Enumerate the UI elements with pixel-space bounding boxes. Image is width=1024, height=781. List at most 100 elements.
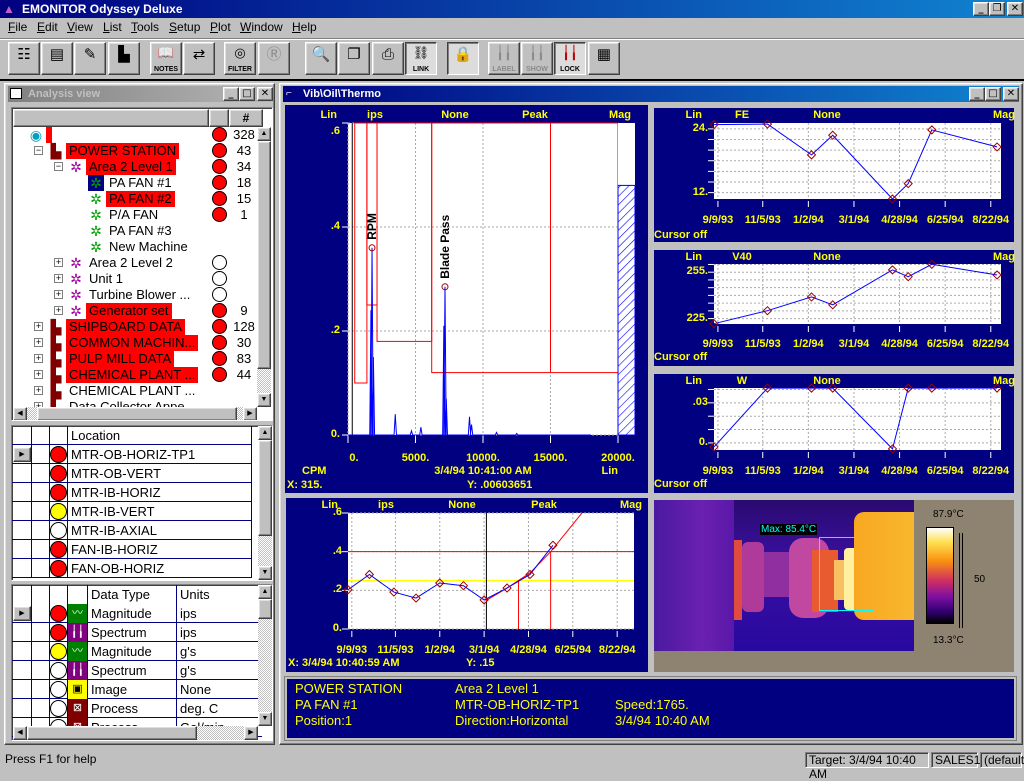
scroll-thumb[interactable] — [37, 407, 237, 420]
analysis-minimize-button[interactable]: _ — [223, 87, 239, 101]
tree-item[interactable]: ✲ New Machine — [12, 239, 257, 255]
expand-icon[interactable]: + — [54, 274, 63, 283]
tree-item[interactable]: + ✲ Area 2 Level 2 — [12, 255, 257, 271]
filter-button[interactable]: ◎ FILTER — [224, 42, 256, 75]
scroll-left-button[interactable]: ◀ — [13, 726, 27, 740]
datatype-row[interactable]: ⊠ Process deg. C — [12, 699, 262, 718]
list-edit-icon: ✎ — [83, 46, 97, 63]
status-red-icon — [50, 446, 67, 463]
magnifier-button[interactable]: 🔍 — [305, 42, 337, 75]
datatype-row[interactable]: ╽╽ Spectrum g's — [12, 661, 262, 680]
tree-item[interactable]: + ▙ COMMON MACHIN... 30 — [12, 335, 257, 351]
scroll-thumb[interactable] — [258, 599, 272, 619]
notes-button[interactable]: 📖 NOTES — [150, 42, 182, 75]
spectrum-plot-button[interactable]: ▙ — [108, 42, 140, 75]
route-button[interactable]: Ⓡ — [258, 42, 290, 75]
trend-plot-fe[interactable]: 9/9/93 11/5/93 1/2/94 3/1/94 4/28/94 6/25/94 8… — [654, 108, 1015, 242]
transfer-button[interactable]: ⇄ — [183, 42, 215, 75]
location-row[interactable]: ▶ MTR-OB-HORIZ-TP1 — [12, 445, 252, 464]
tree-item[interactable]: ◉ 328 — [12, 127, 257, 143]
calculator-button[interactable]: ▦ — [588, 42, 620, 75]
expand-icon[interactable]: + — [54, 306, 63, 315]
location-row[interactable]: MTR-OB-VERT — [12, 464, 252, 483]
expand-icon[interactable]: + — [34, 322, 43, 331]
tree-item[interactable]: − ▙ POWER STATION 43 — [12, 143, 257, 159]
tree-item[interactable]: + ▙ CHEMICAL PLANT ... — [12, 383, 257, 399]
y-tick-label: 0. — [330, 428, 340, 440]
scroll-down-button[interactable]: ▼ — [258, 566, 272, 580]
tree-item[interactable]: ✲ PA FAN #1 18 — [12, 175, 257, 191]
scroll-down-button[interactable]: ▼ — [258, 712, 272, 726]
scroll-up-button[interactable]: ▲ — [258, 426, 272, 440]
tree-item[interactable]: ✲ P/A FAN 1 — [12, 207, 257, 223]
trend-plot-v40[interactable]: 9/9/93 11/5/93 1/2/94 3/1/94 4/28/94 6/25/94 8… — [654, 250, 1015, 366]
datatype-row[interactable]: 〰 Magnitude g's — [12, 642, 262, 661]
scroll-right-button[interactable]: ▶ — [243, 407, 257, 420]
tree-item[interactable]: + ▙ SHIPBOARD DATA 128 — [12, 319, 257, 335]
info-position: Position:1 — [295, 713, 353, 728]
child-maximize-button[interactable]: □ — [985, 87, 1001, 101]
scroll-thumb[interactable] — [258, 440, 272, 536]
tree-vertical-scrollbar[interactable]: ▲ ▼ — [257, 127, 271, 407]
spectrum-plot[interactable]: RPM Blade Pass 0. 5000. 10000. 15000. 20000. .6… — [285, 105, 648, 493]
location-scrollbar[interactable]: ▲ ▼ — [258, 426, 272, 580]
expand-icon[interactable]: + — [34, 370, 43, 379]
trend-plot-w[interactable]: 9/9/93 11/5/93 1/2/94 3/1/94 4/28/94 6/25/94 8… — [654, 374, 1015, 493]
tree-item[interactable]: + ▙ CHEMICAL PLANT ... 44 — [12, 367, 257, 383]
child-close-button[interactable]: ✕ — [1003, 87, 1019, 101]
datatype-row[interactable]: ▣ Image None — [12, 680, 262, 699]
plot-header-2: None — [441, 109, 469, 121]
padlock-button[interactable]: 🔒 — [447, 42, 479, 75]
tree-item[interactable]: + ✲ Unit 1 — [12, 271, 257, 287]
trend-plot-ips[interactable]: 9/9/93 11/5/93 1/2/94 3/1/94 4/28/94 6/25/94 8… — [286, 498, 648, 672]
scroll-thumb[interactable] — [27, 726, 197, 740]
tree-item[interactable]: ✲ PA FAN #3 — [12, 223, 257, 239]
expand-icon[interactable]: + — [34, 386, 43, 395]
datatype-horizontal-scrollbar[interactable]: ◀ ▶ — [13, 726, 258, 740]
analysis-maximize-button[interactable]: □ — [239, 87, 255, 101]
location-row[interactable]: MTR-IB-HORIZ — [12, 483, 252, 502]
scroll-left-button[interactable]: ◀ — [13, 407, 27, 420]
datatype-row[interactable]: ▶ 〰 Magnitude ips — [12, 604, 262, 623]
printer-button[interactable]: ⎙ — [372, 42, 404, 75]
tree-item[interactable]: ✲ PA FAN #2 15 — [12, 191, 257, 207]
datatype-row[interactable]: ╽╽ Spectrum ips — [12, 623, 262, 642]
scroll-down-button[interactable]: ▼ — [257, 393, 271, 407]
expand-icon[interactable]: + — [34, 354, 43, 363]
list-edit-button[interactable]: ✎ — [74, 42, 106, 75]
show-plot-button[interactable]: ╽╽ SHOW — [521, 42, 553, 75]
lock-plot-button[interactable]: ╽╽ LOCK — [554, 42, 586, 75]
datatype-scrollbar[interactable]: ▲ ▼ — [258, 585, 272, 726]
tree-horizontal-scrollbar[interactable]: ◀ ▶ — [13, 407, 257, 420]
expand-icon[interactable]: + — [54, 290, 63, 299]
tree-view-button[interactable]: ☷ — [8, 42, 40, 75]
scroll-thumb[interactable] — [257, 141, 271, 369]
location-row[interactable]: MTR-IB-VERT — [12, 502, 252, 521]
collapse-icon[interactable]: − — [34, 146, 43, 155]
tree-item[interactable]: + ▙ PULP MILL DATA 83 — [12, 351, 257, 367]
documents-button[interactable]: ▤ — [41, 42, 73, 75]
location-row[interactable]: MTR-IB-AXIAL — [12, 521, 252, 540]
label-plot-button[interactable]: ╽╽ LABEL — [488, 42, 520, 75]
peak-annotation: RPM — [365, 213, 379, 240]
location-row[interactable]: FAN-IB-HORIZ — [12, 540, 252, 559]
x-tick-label: 1/2/94 — [793, 338, 824, 350]
child-minimize-button[interactable]: _ — [969, 87, 985, 101]
location-row[interactable]: FAN-OB-HORIZ — [12, 559, 252, 578]
peak-annotation: Blade Pass — [438, 214, 452, 278]
expand-icon[interactable]: + — [54, 258, 63, 267]
tree-item[interactable]: + ✲ Turbine Blower ... — [12, 287, 257, 303]
expand-icon[interactable]: + — [34, 338, 43, 347]
analysis-close-button[interactable]: ✕ — [257, 87, 273, 101]
link-button[interactable]: ⛓ LINK — [405, 42, 437, 75]
scroll-up-button[interactable]: ▲ — [257, 127, 271, 141]
measurement-box[interactable] — [819, 537, 874, 611]
collapse-icon[interactable]: − — [54, 162, 63, 171]
tree-item[interactable]: − ✲ Area 2 Level 1 34 — [12, 159, 257, 175]
thermal-image[interactable]: Max: 85.4°C — [654, 500, 914, 651]
tree-item[interactable]: + ✲ Generator set 9 — [12, 303, 257, 319]
scroll-right-button[interactable]: ▶ — [244, 726, 258, 740]
y-tick-label: 0. — [698, 435, 708, 448]
copy-button[interactable]: ❐ — [338, 42, 370, 75]
scroll-up-button[interactable]: ▲ — [258, 585, 272, 599]
